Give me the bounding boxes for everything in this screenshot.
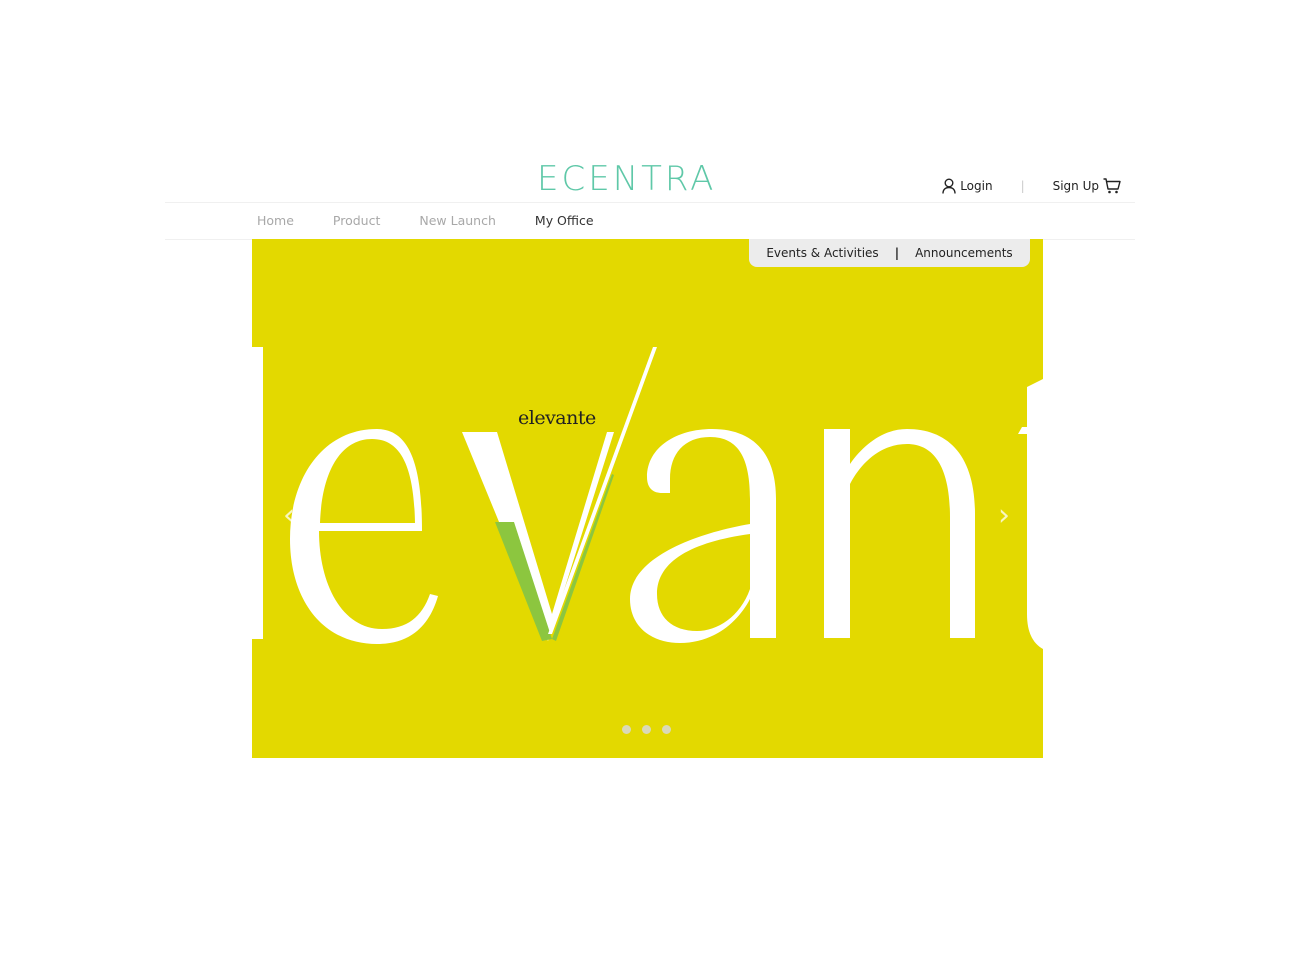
subtabs: Events & Activities | Announcements [749, 239, 1030, 267]
hero-banner: elevante Events & Activities | Announcem… [252, 239, 1043, 758]
user-icon [942, 178, 956, 194]
elevante-wordmark: elevante [518, 407, 596, 429]
tab-divider: | [894, 246, 900, 260]
tab-events-activities[interactable]: Events & Activities [766, 246, 878, 260]
elevante-artwork [252, 347, 1043, 649]
prev-slide-button[interactable]: ‹ [278, 501, 300, 531]
user-area: Login | Sign Up [942, 176, 1121, 196]
ecentra-logo[interactable]: ECENTRA [537, 158, 757, 198]
next-slide-button[interactable]: › [993, 501, 1015, 531]
nav-new-launch[interactable]: New Launch [419, 213, 496, 228]
slide-indicators [622, 725, 671, 734]
login-label: Login [960, 179, 993, 193]
divider: | [1020, 179, 1025, 193]
slide-dot[interactable] [622, 725, 631, 734]
logo-text: ECENTRA [537, 159, 716, 198]
cart-icon[interactable] [1103, 178, 1121, 194]
signup-label: Sign Up [1052, 179, 1099, 193]
tab-announcements[interactable]: Announcements [915, 246, 1013, 260]
chevron-left-icon: ‹ [283, 498, 295, 533]
signup-link[interactable]: Sign Up [1053, 178, 1121, 194]
nav-my-office[interactable]: My Office [535, 213, 594, 228]
login-link[interactable]: Login [942, 178, 993, 194]
slide-dot[interactable] [662, 725, 671, 734]
main-nav: Home Product New Launch My Office [165, 202, 1135, 240]
nav-product[interactable]: Product [333, 213, 380, 228]
site-header: ECENTRA Login | Sign Up [165, 150, 1135, 202]
slide-dot[interactable] [642, 725, 651, 734]
nav-home[interactable]: Home [257, 213, 294, 228]
chevron-right-icon: › [998, 498, 1010, 533]
